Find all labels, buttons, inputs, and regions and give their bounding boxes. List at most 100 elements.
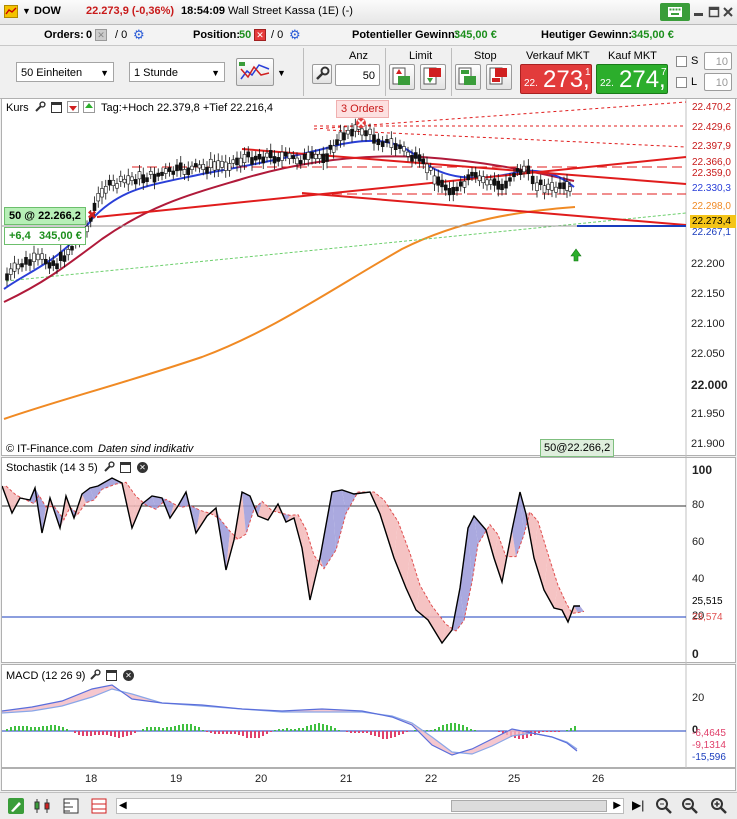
candle [107,179,112,186]
price-label: 22.429,6 [692,122,731,133]
stochastic-k-line [2,477,580,645]
stochastic-panel[interactable]: Stochastik (14 3 5) ✕ 100 80 60 40 20 0 … [1,457,737,664]
l-input[interactable]: 10 [704,73,732,91]
candle [335,139,339,146]
macd-histogram-bar [354,731,356,733]
chart-type-button[interactable] [236,58,274,86]
candle [406,151,410,157]
pen-icon[interactable] [7,797,25,815]
candle [70,246,74,251]
macd-histogram-bar [82,731,84,736]
orders-label: Orders: [44,29,84,41]
candle [440,179,444,188]
zoom-fit-icon[interactable] [655,797,673,815]
macd-histogram-bar [26,726,28,731]
macd-histogram-bar [370,731,372,735]
stochastic-fill [2,478,584,643]
candle [100,188,104,198]
settings-icon[interactable]: ⚙ [133,28,147,42]
candle [504,180,508,189]
wrench-icon[interactable] [34,101,46,113]
candle [201,164,206,170]
candle [470,171,474,177]
stochastic-canvas[interactable] [2,458,737,664]
orders-badge[interactable]: 3 Orders [336,100,389,118]
candle [310,151,314,159]
candle [328,144,333,150]
layout-icon[interactable] [90,797,108,815]
close-icon[interactable]: ✕ [137,462,148,473]
wrench-icon[interactable] [103,461,115,473]
keyboard-icon[interactable] [660,3,690,21]
candle [216,160,221,170]
favorite-star-icon[interactable] [4,5,18,18]
macd-histogram-bar [454,723,456,731]
l-checkbox[interactable] [676,77,687,88]
maximize-icon[interactable] [120,462,131,473]
scroll-left-icon[interactable]: ◀ [119,800,127,811]
price-chart-panel[interactable]: Kurs Tag:+Hoch 22.379,8 +Tief 22.216,4 3… [1,98,737,457]
ruler-icon[interactable] [62,797,80,815]
close-position-icon[interactable]: ✕ [254,29,266,41]
macd-panel[interactable]: MACD (12 26 9) ✕ 20 0 -6,4645 -9,1314 -1… [1,664,736,769]
candle [402,146,406,152]
zoom-in-icon[interactable] [710,797,728,815]
candle [413,152,418,159]
interval-select[interactable]: 1 Stunde ▼ [129,62,225,82]
s-checkbox[interactable] [676,56,687,67]
macd-histogram-bar [114,731,116,737]
candle [55,263,59,270]
limit-sell-button[interactable] [420,64,446,90]
scrollbar[interactable]: ◀ ▶ [116,798,624,814]
macd-histogram-bar [262,731,264,736]
dropdown-arrow-icon[interactable]: ▼ [22,6,31,16]
candle [163,168,168,174]
units-select[interactable]: 50 Einheiten ▼ [16,62,114,82]
candle [554,186,558,193]
move-down-icon[interactable] [67,101,79,113]
wrench-icon[interactable] [89,669,101,681]
candle [257,153,262,160]
qty-input[interactable]: 50 [335,64,380,86]
candle [451,187,456,195]
close-icon[interactable] [722,6,734,18]
candle [208,158,213,168]
cancel-orders-icon[interactable]: ✕ [95,29,107,41]
order-marker-icon[interactable] [356,118,366,128]
candle [160,171,164,176]
maximize-icon[interactable] [708,6,720,18]
macd-histogram-bar [102,731,104,735]
move-up-icon[interactable] [83,101,95,113]
macd-histogram-bar [294,729,296,731]
macd-histogram-bar [158,727,160,731]
pl-money: 345,00 € [39,230,82,242]
buy-market-button[interactable]: 22. 274, 7 [596,64,668,94]
chevron-down-icon[interactable]: ▼ [277,68,286,78]
close-position-icon[interactable]: ✖ [87,209,97,221]
wrench-button[interactable] [312,64,332,84]
candlestick-icon[interactable] [32,797,54,815]
sell-market-button[interactable]: 22. 273, 1 [520,64,592,94]
stop-buy-button[interactable] [455,64,481,90]
scroll-right-icon[interactable]: ▶ [613,800,621,811]
candle [212,161,217,171]
maximize-icon[interactable] [51,102,62,113]
minimize-icon[interactable] [693,6,705,18]
limit-buy-button[interactable] [389,64,415,90]
price-chart-canvas[interactable] [2,99,737,457]
zoom-out-icon[interactable] [681,797,699,815]
candle [190,165,194,170]
maximize-icon[interactable] [106,670,117,681]
macd-histogram-bar [350,731,352,733]
candle [175,164,179,172]
candle [115,183,119,189]
position-total: / 0 [271,29,284,41]
s-input[interactable]: 10 [704,52,732,70]
jump-end-icon[interactable]: ▶| [632,798,644,812]
close-icon[interactable]: ✕ [123,670,134,681]
settings-icon[interactable]: ⚙ [289,28,303,42]
candle [235,157,239,166]
stop-sell-button[interactable] [486,64,512,90]
position-badge[interactable]: 50 @ 22.266,2 [4,207,86,225]
scrollbar-thumb[interactable] [451,800,607,812]
